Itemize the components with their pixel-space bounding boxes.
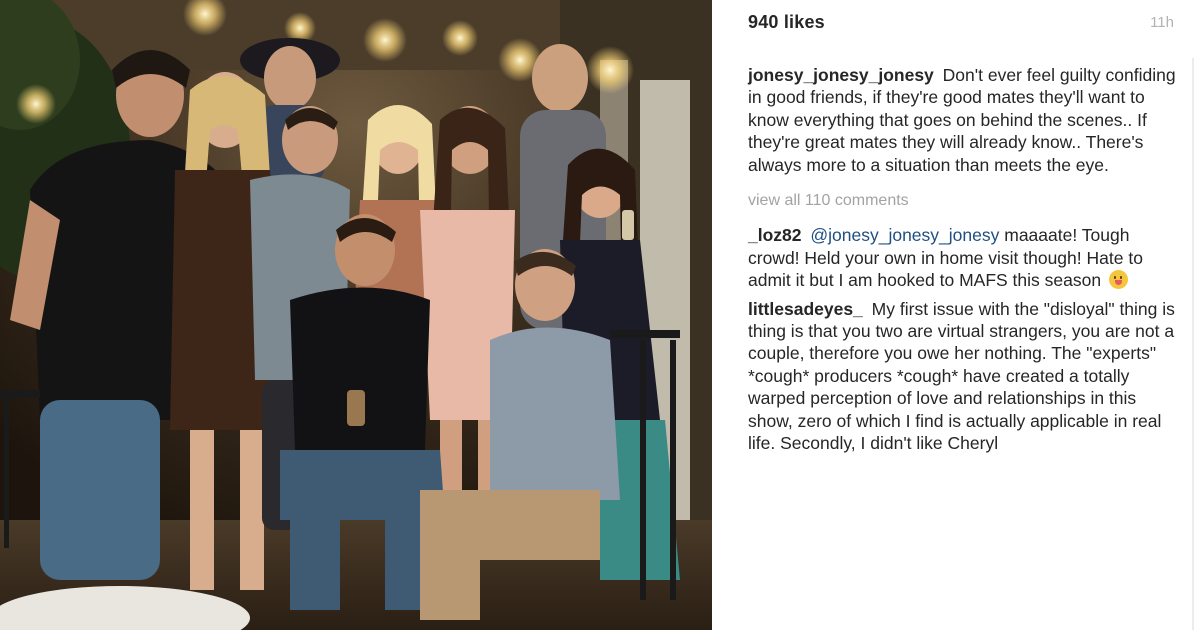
scrollbar-track[interactable] xyxy=(1192,58,1194,630)
caption-username[interactable]: jonesy_jonesy_jonesy xyxy=(748,65,934,85)
group-photo-illustration xyxy=(0,0,712,630)
instagram-post-screenshot: 940 likes 11h jonesy_jonesy_jonesy Don't… xyxy=(0,0,1200,630)
comment-text: My first issue with the "disloyal" thing… xyxy=(748,298,1175,454)
comment-panel: 940 likes 11h jonesy_jonesy_jonesy Don't… xyxy=(712,0,1200,630)
view-all-comments-link[interactable]: view all 110 comments xyxy=(748,190,1176,212)
grinning-tongue-emoji-icon xyxy=(1108,270,1128,290)
comment-item: _loz82 @jonesy_jonesy_jonesy maaaate! To… xyxy=(748,224,1176,291)
comment-mention[interactable]: @jonesy_jonesy_jonesy xyxy=(810,225,999,245)
post-photo[interactable] xyxy=(0,0,712,630)
comment-username[interactable]: littlesadeyes_ xyxy=(748,299,863,319)
caption: jonesy_jonesy_jonesy Don't ever feel gui… xyxy=(748,64,1176,176)
comments-list: jonesy_jonesy_jonesy Don't ever feel gui… xyxy=(748,64,1176,461)
comment-item: littlesadeyes_ My first issue with the "… xyxy=(748,298,1176,455)
comment-username[interactable]: _loz82 xyxy=(748,225,802,245)
likes-count[interactable]: 940 likes xyxy=(748,12,825,33)
post-timestamp[interactable]: 11h xyxy=(1150,14,1174,31)
